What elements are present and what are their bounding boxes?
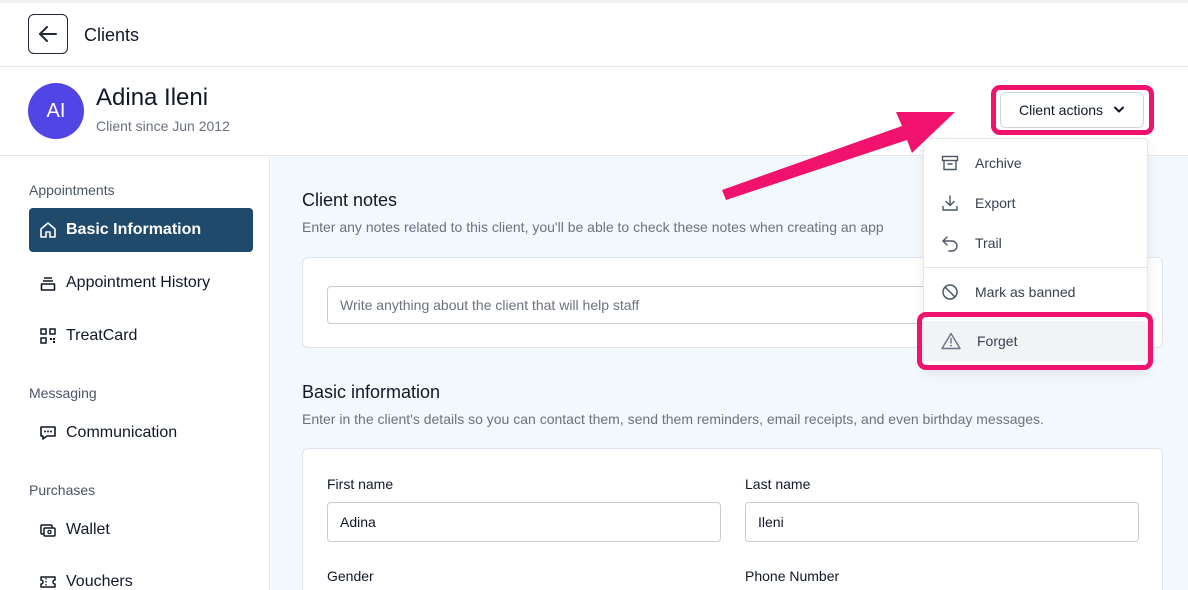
last-name-field[interactable] bbox=[745, 502, 1139, 542]
client-notes-description: Enter any notes related to this client, … bbox=[302, 219, 884, 235]
client-since: Client since Jun 2012 bbox=[96, 118, 230, 134]
sidebar-item-label: Appointment History bbox=[66, 274, 211, 291]
sidebar-section-purchases: Purchases bbox=[29, 482, 96, 498]
menu-item-label: Archive bbox=[975, 155, 1022, 171]
sidebar: Appointments Basic Information Appointme… bbox=[0, 157, 270, 590]
back-button[interactable] bbox=[28, 14, 68, 54]
menu-item-label: Export bbox=[975, 195, 1016, 211]
sidebar-item-basic-information[interactable]: Basic Information bbox=[29, 208, 253, 252]
menu-item-export[interactable]: Export bbox=[924, 183, 1147, 223]
sidebar-item-label: Wallet bbox=[66, 521, 110, 538]
last-name-label: Last name bbox=[745, 476, 811, 492]
phone-number-label: Phone Number bbox=[745, 568, 840, 584]
sidebar-item-appointment-history[interactable]: Appointment History bbox=[29, 261, 253, 305]
basic-information-card: First name Last name Gender Phone Number bbox=[302, 448, 1163, 590]
menu-item-label: Mark as banned bbox=[975, 284, 1076, 300]
undo-icon bbox=[942, 236, 958, 252]
sidebar-item-wallet[interactable]: Wallet bbox=[29, 508, 253, 552]
ban-icon bbox=[942, 284, 958, 300]
client-notes-title: Client notes bbox=[302, 190, 398, 210]
client-name: Adina Ileni bbox=[96, 84, 209, 111]
sidebar-item-label: Vouchers bbox=[66, 573, 133, 590]
chat-icon bbox=[40, 426, 56, 440]
archive-icon bbox=[941, 155, 959, 171]
gender-label: Gender bbox=[327, 568, 374, 584]
sidebar-item-treatcard[interactable]: TreatCard bbox=[29, 314, 253, 358]
home-icon bbox=[40, 222, 56, 238]
basic-information-description: Enter in the client's details so you can… bbox=[302, 411, 1044, 427]
sidebar-section-appointments: Appointments bbox=[29, 182, 115, 198]
wallet-icon bbox=[40, 524, 56, 537]
sidebar-item-label: TreatCard bbox=[66, 327, 138, 344]
menu-item-mark-as-banned[interactable]: Mark as banned bbox=[924, 272, 1147, 312]
arrow-left-icon bbox=[39, 26, 57, 42]
menu-item-label: Trail bbox=[975, 235, 1002, 251]
qr-code-icon bbox=[40, 328, 56, 344]
sidebar-item-label: Basic Information bbox=[66, 221, 202, 238]
highlight-box-client-actions bbox=[991, 85, 1154, 135]
sidebar-item-communication[interactable]: Communication bbox=[29, 411, 253, 455]
page-title: Clients bbox=[84, 25, 140, 45]
first-name-field[interactable] bbox=[327, 502, 721, 542]
top-bar: Clients bbox=[0, 3, 1188, 67]
first-name-label: First name bbox=[327, 476, 394, 492]
voucher-icon bbox=[40, 576, 56, 588]
menu-separator bbox=[924, 267, 1147, 268]
highlight-box-forget bbox=[917, 312, 1153, 370]
appointment-history-icon bbox=[40, 277, 56, 291]
menu-item-trail[interactable]: Trail bbox=[924, 223, 1147, 263]
menu-item-archive[interactable]: Archive bbox=[924, 143, 1147, 183]
avatar: AI bbox=[28, 83, 84, 139]
sidebar-item-vouchers[interactable]: Vouchers bbox=[29, 560, 253, 590]
basic-information-title: Basic information bbox=[302, 382, 441, 402]
sidebar-section-messaging: Messaging bbox=[29, 385, 97, 401]
download-icon bbox=[942, 195, 958, 211]
sidebar-item-label: Communication bbox=[66, 424, 178, 441]
